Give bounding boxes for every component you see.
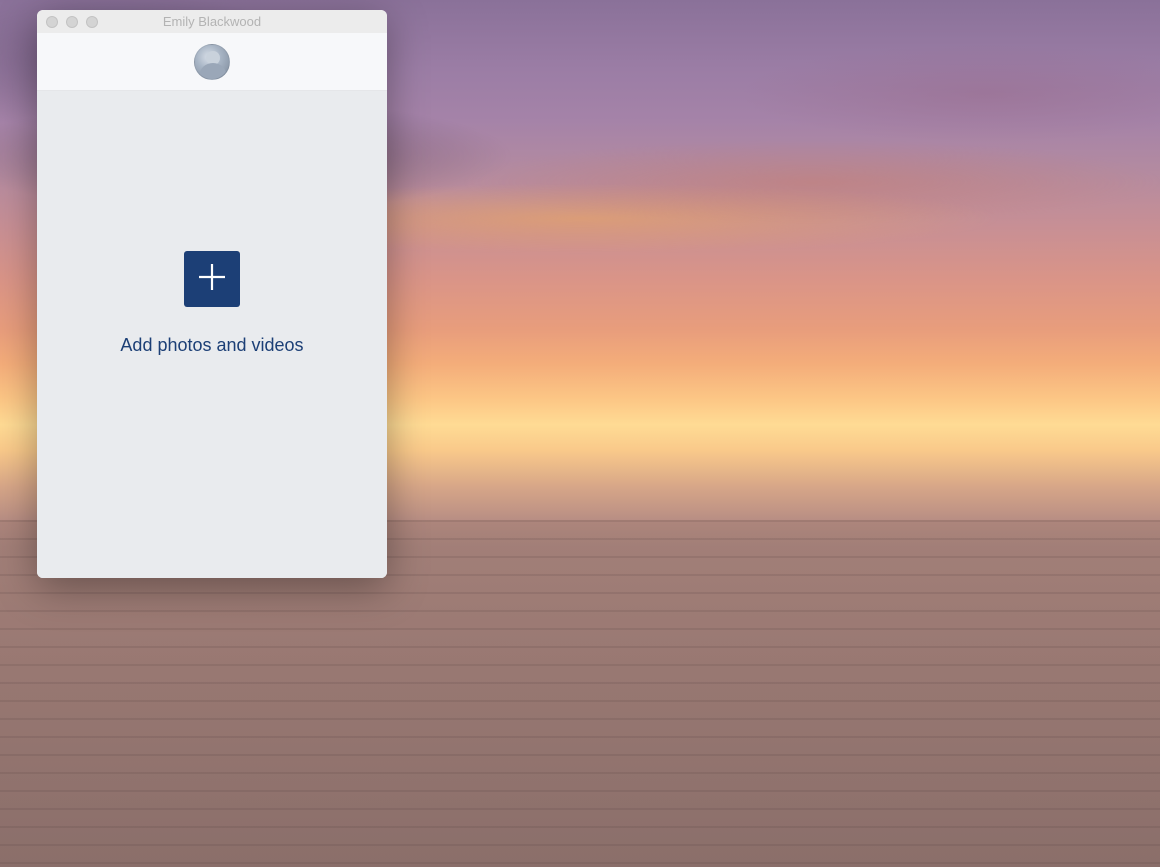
window-title: Emily Blackwood [163,14,261,29]
window-controls [46,16,98,28]
minimize-button[interactable] [66,16,78,28]
app-window: Emily Blackwood Add photos and videos [37,10,387,578]
add-media-label: Add photos and videos [120,335,303,356]
plus-icon [195,260,229,299]
add-media-button[interactable] [184,251,240,307]
close-button[interactable] [46,16,58,28]
window-titlebar: Emily Blackwood [37,10,387,33]
upload-dropzone[interactable]: Add photos and videos [37,91,387,578]
header-bar [37,33,387,91]
user-avatar[interactable] [194,44,230,80]
maximize-button[interactable] [86,16,98,28]
